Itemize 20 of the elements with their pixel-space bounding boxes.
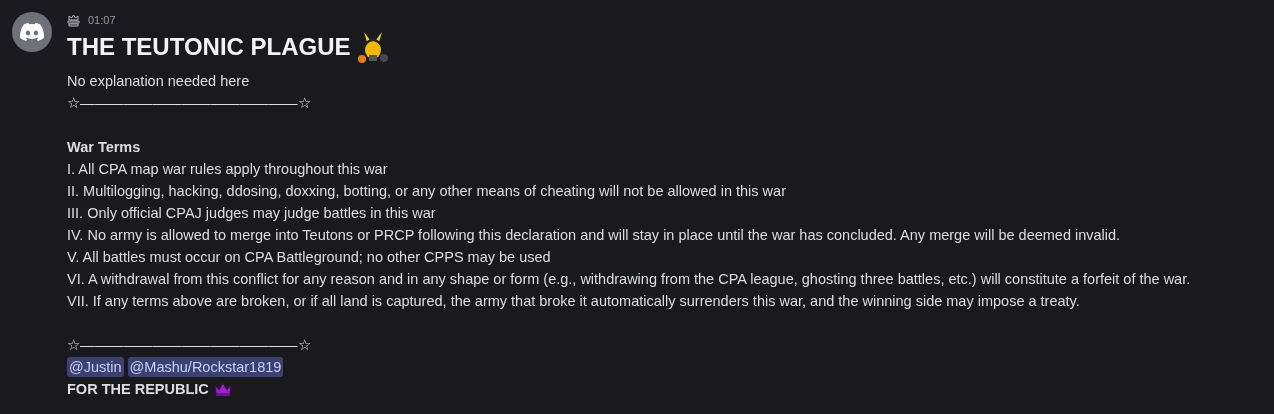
timestamp: 01:07: [88, 12, 116, 28]
message-line: IV. No army is allowed to merge into Teutons or PRCP following this declaration and will stay in place until the war has concluded. Any merge will be deemed invalid.: [67, 226, 1122, 245]
message-line: I. All CPA map war rules apply throughout this war: [67, 160, 389, 179]
crown-icon: [67, 13, 80, 27]
message-line: V. All battles must occur on CPA Battleground; no other CPPS may be used: [67, 248, 552, 267]
user-mention[interactable]: @Mashu/Rockstar1819: [127, 357, 284, 377]
chat-logo-icon: [20, 23, 44, 41]
message-line: ☆———————————————☆: [67, 94, 312, 113]
message-line: VI. A withdrawal from this conflict for any reason and in any shape or form (e.g., withdrawing from the CPA league, ghosting three battles, etc.) will constitute a forfeit of the war.: [67, 270, 1191, 289]
message-line: II. Multilogging, hacking, ddosing, doxxing, botting, or any other means of cheating will not be allowed in this war: [67, 182, 787, 201]
section-heading: War Terms: [67, 138, 142, 157]
message-line: ☆———————————————☆: [67, 336, 312, 355]
closing-line: FOR THE REPUBLIC: [67, 380, 209, 399]
message-line: No explanation needed here: [67, 72, 251, 91]
avatar[interactable]: [12, 12, 52, 52]
message-line: III. Only official CPAJ judges may judge battles in this war: [67, 204, 437, 223]
message-title: THE TEUTONIC PLAGUE: [67, 32, 351, 62]
user-mention[interactable]: @Justin: [67, 357, 124, 377]
message-line: VII. If any terms above are broken, or if all land is captured, the army that broke it automatically surrenders this war, and the winning side may impose a treaty.: [67, 292, 1081, 311]
crown-emoji-icon: [212, 381, 233, 397]
